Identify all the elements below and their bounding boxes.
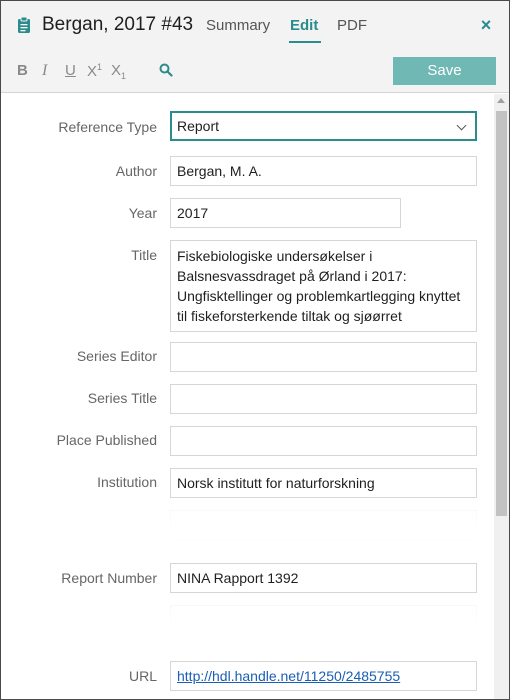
vertical-scrollbar[interactable] [494, 94, 509, 699]
close-icon[interactable]: × [477, 16, 495, 34]
report-number-field[interactable]: NINA Rapport 1392 [170, 563, 477, 593]
reference-type-value: Report [177, 118, 220, 134]
superscript-button[interactable]: X1 [87, 62, 102, 80]
subscript-button[interactable]: X1 [111, 62, 126, 81]
reference-type-label: Reference Type [58, 119, 157, 135]
superscript-mark: 1 [97, 62, 103, 72]
chevron-down-icon [456, 120, 467, 131]
bold-button[interactable]: B [17, 62, 28, 79]
edit-form: Reference Type Report Author Bergan, M. … [1, 94, 494, 699]
superscript-letter: X [87, 63, 98, 80]
series-title-label: Series Title [87, 390, 157, 406]
url-label: URL [128, 668, 157, 684]
year-label: Year [128, 205, 157, 221]
scroll-up-arrow-icon[interactable] [497, 98, 505, 103]
scrollbar-thumb[interactable] [496, 111, 507, 516]
url-field[interactable]: http://hdl.handle.net/11250/2485755 [170, 661, 477, 691]
clipboard-icon [18, 16, 30, 33]
series-title-field[interactable] [170, 384, 477, 414]
reference-title: Bergan, 2017 #43 [42, 14, 194, 35]
active-tab-indicator [289, 41, 321, 43]
report-number-label: Report Number [61, 570, 157, 586]
author-label: Author [115, 163, 157, 179]
institution-field[interactable]: Norsk institutt for naturforskning [170, 468, 477, 498]
subscript-letter: X [111, 62, 122, 79]
scroll-fade [1, 594, 494, 664]
author-field[interactable]: Bergan, M. A. [170, 156, 477, 186]
series-editor-label: Series Editor [76, 348, 157, 364]
reference-editor-window: Bergan, 2017 #43 Summary Edit PDF × B I … [0, 0, 510, 700]
italic-button[interactable]: I [42, 62, 47, 80]
place-published-field[interactable] [170, 426, 477, 456]
search-icon[interactable] [159, 63, 173, 77]
institution-label: Institution [97, 474, 157, 490]
series-editor-field[interactable] [170, 342, 477, 372]
tab-summary[interactable]: Summary [206, 17, 270, 34]
subscript-mark: 1 [121, 71, 127, 81]
year-field[interactable]: 2017 [170, 198, 401, 228]
save-button[interactable]: Save [393, 57, 496, 85]
editor-header: Bergan, 2017 #43 Summary Edit PDF × B I … [1, 1, 509, 93]
title-label: Title [131, 247, 157, 263]
tab-pdf[interactable]: PDF [337, 17, 367, 34]
scroll-fade [1, 496, 494, 566]
place-published-label: Place Published [56, 432, 157, 448]
tab-edit[interactable]: Edit [290, 17, 318, 34]
title-field[interactable]: Fiskebiologiske undersøkelser i Balsnesv… [170, 240, 477, 332]
underline-button[interactable]: U [65, 62, 76, 79]
reference-type-select[interactable]: Report [170, 111, 477, 141]
